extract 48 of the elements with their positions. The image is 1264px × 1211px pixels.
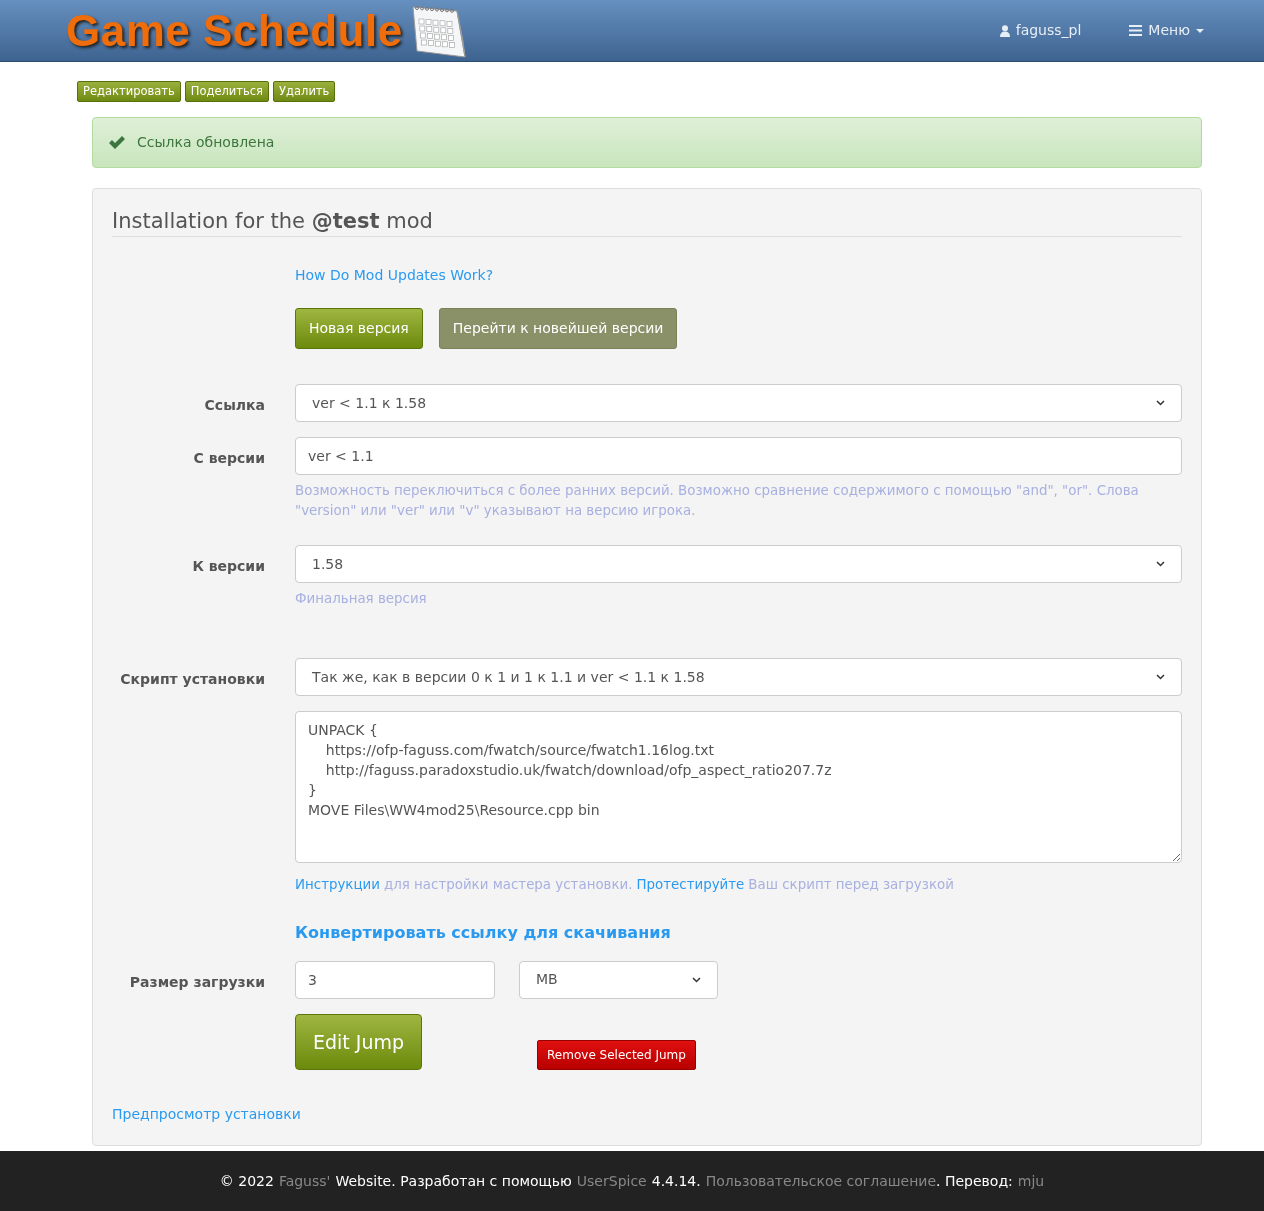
chevron-icon — [1156, 400, 1165, 407]
select-field[interactable]: 1.58 — [295, 545, 1182, 583]
alert-message: Ссылка обновлена — [137, 132, 275, 152]
toolbar-button[interactable]: Редактировать — [77, 81, 181, 102]
footer-text: 4.4.14. — [651, 1171, 701, 1191]
chevron-icon — [692, 976, 701, 983]
convert-link[interactable]: Конвертировать ссылку для скачивания — [295, 922, 671, 942]
edit-jump-button[interactable]: Edit Jump — [295, 1013, 423, 1071]
help-text: Возможность переключиться с более ранних версий. Возможно сравнение содержимого с помощью "and", "or". Слова "version" или "ver" или "v" указывают на версию игрока. — [295, 482, 1140, 520]
help-link[interactable]: How Do Mod Updates Work? — [295, 267, 494, 284]
user-menu[interactable]: faguss_pl — [999, 20, 1082, 41]
script-textarea[interactable]: UNPACK { https://ofp-faguss.com/fwatch/source/fwatch1.16log.txt http://faguss.paradoxstudio.uk/fwatch/download/ofp_aspect_ratio207.7z } MOVE Files\WW4mod25\Resource.cpp bin — [295, 711, 1182, 864]
select-field[interactable]: Так же, как в версии 0 к 1 и 1 к 1.1 и ver < 1.1 к 1.58 — [295, 658, 1182, 697]
field-label: Скрипт установки — [119, 670, 265, 690]
footer-link[interactable]: mju — [1017, 1170, 1045, 1192]
menu-dropdown[interactable]: Меню — [1129, 20, 1204, 41]
input-field[interactable]: ver < 1.1 — [295, 437, 1182, 476]
menu-icon — [1129, 25, 1143, 36]
caret-icon — [1196, 28, 1204, 33]
unit-select[interactable]: MB — [519, 960, 718, 999]
footer-link[interactable]: Пользовательское соглашение — [705, 1170, 937, 1192]
action-button[interactable]: Новая версия — [295, 308, 423, 350]
action-button[interactable]: Перейти к новейшей версии — [438, 308, 678, 350]
help-link[interactable]: Протестируйте — [636, 875, 745, 895]
select-field[interactable]: ver < 1.1 к 1.58 — [295, 384, 1182, 423]
help-link[interactable]: Инструкции — [295, 875, 380, 895]
footer-text: © 2022 — [219, 1171, 274, 1191]
panel-title: Installation for the @test mod — [112, 208, 1182, 238]
footer-link[interactable]: Faguss' — [278, 1170, 331, 1192]
toolbar-button[interactable]: Удалить — [273, 81, 336, 102]
chevron-icon — [1156, 561, 1165, 567]
toolbar-button[interactable]: Поделиться — [184, 81, 270, 102]
footer-link[interactable]: UserSpice — [576, 1170, 647, 1192]
preview-link[interactable]: Предпросмотр установки — [112, 1104, 301, 1126]
footer-text: Website. Разработан с помощью — [335, 1171, 572, 1191]
field-label: Размер загрузки — [128, 972, 265, 992]
checkmark-icon — [109, 135, 125, 149]
user-icon — [999, 24, 1010, 37]
footer-text: . Перевод: — [936, 1171, 1013, 1191]
field-label: Ссылка — [203, 396, 265, 416]
field-label: С версии — [192, 449, 265, 469]
help-text: для настройки мастера установки. — [383, 876, 633, 895]
size-input[interactable]: 3 — [295, 960, 495, 999]
field-label: К версии — [191, 557, 265, 576]
help-text: Ваш скрипт перед загрузкой — [748, 876, 954, 895]
chevron-icon — [1156, 674, 1165, 681]
help-text: Финальная версия — [295, 590, 428, 608]
remove-jump-button[interactable]: Remove Selected Jump — [537, 1040, 696, 1071]
